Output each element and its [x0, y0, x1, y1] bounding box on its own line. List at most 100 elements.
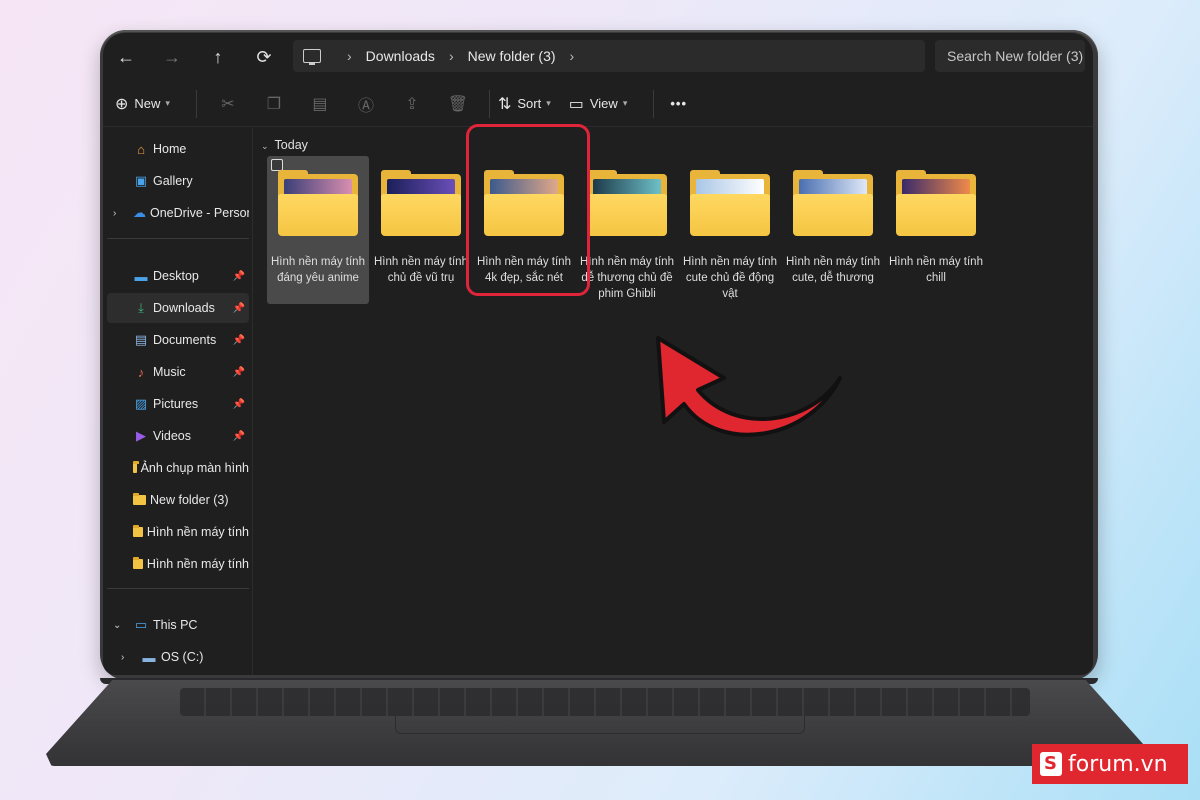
folder-item-5[interactable]: Hình nền máy tính cute, dễ thương — [782, 156, 884, 304]
divider — [653, 89, 655, 118]
drive-icon: ▬ — [142, 649, 156, 665]
divider — [488, 89, 490, 118]
group-label: Today — [274, 138, 308, 152]
sidebar-item-label: Pictures — [153, 397, 199, 411]
sidebar-item-folder[interactable]: Hình nền máy tính — [107, 549, 249, 579]
chevron-right-icon[interactable]: › — [113, 208, 116, 219]
pin-icon: 📌 — [232, 302, 245, 314]
delete-button[interactable]: 🗑 — [435, 94, 481, 114]
pin-icon: 📌 — [232, 430, 245, 442]
sidebar-item-drive[interactable]: › ▬ OS (C:) — [107, 642, 249, 672]
address-bar-row: ← → ↑ ⟳ › Downloads › New folder (3) › S… — [103, 33, 1093, 81]
folder-name: Hình nền máy tính cute, dễ thương — [786, 256, 880, 284]
sidebar-item-documents[interactable]: ▤ Documents 📌 — [107, 325, 249, 355]
search-input[interactable]: Search New folder (3) — [935, 40, 1085, 72]
folder-item-0[interactable]: Hình nền máy tính đáng yêu anime — [267, 156, 369, 304]
share-button[interactable]: ⇪ — [389, 94, 435, 114]
chevron-right-icon[interactable]: › — [570, 48, 575, 64]
sidebar-item-label: New folder (3) — [150, 493, 229, 507]
sidebar-item-label: Hình nền máy tính — [146, 525, 249, 539]
more-icon: ••• — [670, 96, 687, 111]
up-button[interactable]: ↑ — [195, 34, 241, 80]
download-icon: ⤓ — [138, 300, 144, 315]
forum-logo: forum.vn — [1032, 744, 1188, 784]
folder-icon — [278, 170, 358, 238]
sort-icon: ⇅ — [497, 95, 512, 113]
clipboard-icon: ▤ — [312, 95, 328, 113]
new-button[interactable]: ⊕ New ▾ — [115, 94, 170, 114]
folder-name: Hình nền máy tính chill — [889, 256, 983, 284]
sidebar-item-folder[interactable]: Ảnh chụp màn hình — [107, 453, 249, 483]
sidebar-item-label: Downloads — [153, 301, 215, 315]
copy-button[interactable]: ❐ — [251, 94, 297, 114]
folder-icon — [133, 557, 143, 569]
plus-circle-icon: ⊕ — [115, 95, 129, 113]
this-pc-icon[interactable] — [303, 49, 321, 65]
sidebar-item-pictures[interactable]: ▨ Pictures 📌 — [107, 389, 249, 419]
folder-name: Hình nền máy tính chủ đề vũ trụ — [374, 256, 468, 284]
chevron-right-icon[interactable]: › — [121, 652, 124, 663]
sort-button[interactable]: ⇅ Sort ▾ — [498, 94, 551, 114]
back-icon: ← — [117, 46, 135, 67]
sort-label: Sort — [517, 96, 542, 111]
view-label: View — [589, 96, 618, 111]
chevron-right-icon[interactable]: › — [449, 48, 454, 64]
chevron-down-icon[interactable]: ⌄ — [113, 620, 121, 631]
folder-item-3[interactable]: Hình nền máy tính dễ thương chủ đề phim … — [576, 156, 678, 304]
breadcrumb-item-downloads[interactable]: Downloads — [366, 48, 435, 64]
pin-icon: 📌 — [232, 334, 245, 346]
trash-icon: 🗑 — [447, 95, 469, 113]
cut-button[interactable]: ✂ — [205, 94, 251, 114]
new-label: New — [134, 96, 161, 111]
more-options-button[interactable]: ••• — [670, 96, 687, 111]
up-icon: ↑ — [213, 46, 223, 67]
sidebar-item-label: Hình nền máy tính — [146, 557, 249, 571]
refresh-icon: ⟳ — [256, 46, 272, 67]
rename-button[interactable]: Ⓐ — [343, 92, 389, 116]
folder-icon — [587, 170, 667, 238]
folder-icon — [133, 525, 143, 537]
scissors-icon: ✂ — [221, 95, 235, 113]
chevron-down-icon: ⌄ — [261, 141, 269, 151]
laptop-keyboard — [180, 688, 1030, 716]
command-bar: ⊕ New ▾ ✂ ❐ ▤ Ⓐ ⇪ 🗑 ⇅ Sort ▾ ▭ View ▾ ••… — [103, 81, 1093, 127]
group-header-today[interactable]: ⌄ Today — [261, 138, 308, 152]
sidebar-item-onedrive[interactable]: › ☁ OneDrive - Persona — [107, 198, 249, 228]
sidebar-item-folder[interactable]: New folder (3) — [107, 485, 249, 515]
folder-item-1[interactable]: Hình nền máy tính chủ đề vũ trụ — [370, 156, 472, 304]
pictures-icon: ▨ — [134, 396, 148, 411]
refresh-button[interactable]: ⟳ — [241, 34, 287, 80]
home-icon: ⌂ — [137, 141, 145, 157]
chevron-right-icon[interactable]: › — [347, 48, 352, 64]
breadcrumb[interactable]: › Downloads › New folder (3) › — [293, 40, 925, 72]
sidebar-item-label: Videos — [153, 429, 191, 443]
sidebar-item-videos[interactable]: ▶ Videos 📌 — [107, 421, 249, 451]
breadcrumb-item-new-folder[interactable]: New folder (3) — [468, 48, 556, 64]
highlight-box — [466, 124, 590, 296]
sidebar-item-desktop[interactable]: ▬ Desktop 📌 — [107, 261, 249, 291]
forward-button[interactable]: → — [149, 34, 195, 80]
pin-icon: 📌 — [232, 398, 245, 410]
music-icon: ♪ — [137, 364, 145, 380]
divider — [107, 238, 249, 239]
documents-icon: ▤ — [134, 332, 148, 347]
sidebar-item-music[interactable]: ♪ Music 📌 — [107, 357, 249, 387]
sidebar-item-gallery[interactable]: ▣ Gallery — [107, 166, 249, 196]
forward-icon: → — [163, 46, 181, 67]
folder-icon — [381, 170, 461, 238]
paste-button[interactable]: ▤ — [297, 94, 343, 114]
back-button[interactable]: ← — [103, 34, 149, 80]
sidebar-item-this-pc[interactable]: ⌄ ▭ This PC — [107, 610, 249, 640]
folder-icon — [133, 461, 139, 473]
logo-icon — [1040, 752, 1062, 776]
navigation-pane: ⌂ Home ▣ Gallery › ☁ OneDrive - Persona … — [103, 128, 253, 675]
sidebar-item-downloads[interactable]: ⤓ Downloads 📌 — [107, 293, 249, 323]
pin-icon: 📌 — [232, 270, 245, 282]
view-button[interactable]: ▭ View ▾ — [569, 94, 628, 114]
folder-item-4[interactable]: Hình nền máy tính cute chủ đề động vật — [679, 156, 781, 304]
sidebar-item-label: OneDrive - Persona — [150, 206, 249, 220]
folder-name: Hình nền máy tính dễ thương chủ đề phim … — [580, 256, 674, 300]
sidebar-item-folder[interactable]: Hình nền máy tính — [107, 517, 249, 547]
sidebar-item-home[interactable]: ⌂ Home — [107, 134, 249, 164]
folder-item-6[interactable]: Hình nền máy tính chill — [885, 156, 987, 304]
